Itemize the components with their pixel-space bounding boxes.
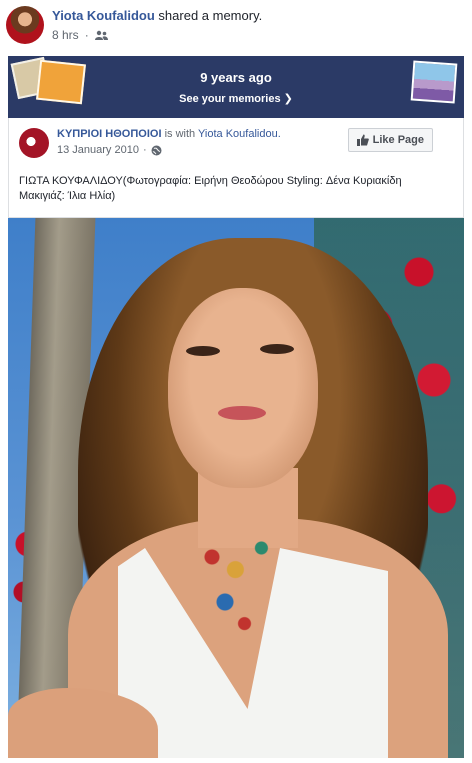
like-page-button[interactable]: Like Page [347, 128, 433, 152]
post-header: Yiota Koufalidou shared a memory. 8 hrs … [0, 0, 472, 56]
memory-photo-thumbnail [410, 60, 458, 104]
beaded-necklace [173, 458, 303, 638]
author-avatar[interactable] [6, 6, 44, 44]
right-eye [260, 344, 294, 354]
chevron-right-icon: ❯ [283, 93, 293, 105]
meta-separator: · [84, 28, 89, 42]
globe-icon [151, 145, 162, 155]
left-eye [186, 346, 220, 356]
meta-separator: · [142, 144, 147, 156]
shared-post-header: ΚΥΠΡΙΟΙ ΗΘΟΠΟΙΟΙ is with Yiota Koufalido… [57, 128, 281, 140]
post-action: shared a memory. [158, 8, 263, 23]
lips [218, 406, 266, 420]
page-avatar[interactable] [19, 128, 49, 158]
author-line: Yiota Koufalidou shared a memory. [52, 8, 262, 23]
memories-title: 9 years ago [200, 70, 272, 85]
shared-post-date[interactable]: 13 January 2010 [57, 144, 139, 156]
tagged-person-link[interactable]: Yiota Koufalidou. [198, 128, 281, 140]
thumbs-up-icon [356, 134, 369, 146]
post-time[interactable]: 8 hrs [52, 28, 79, 42]
with-text: is with [164, 128, 196, 140]
shared-post-meta: 13 January 2010 · [57, 144, 162, 156]
page-name-link[interactable]: ΚΥΠΡΙΟΙ ΗΘΟΠΟΙΟΙ [57, 128, 162, 140]
post-caption: ΓΙΩΤΑ ΚΟΥΦΑΛΙΔΟΥ(Φωτογραφία: Ειρήνη Θεοδ… [19, 175, 402, 202]
shared-post-card: ΚΥΠΡΙΟΙ ΗΘΟΠΟΙΟΙ is with Yiota Koufalido… [8, 118, 464, 218]
author-name[interactable]: Yiota Koufalidou [52, 8, 155, 23]
friends-icon[interactable] [94, 30, 108, 40]
memories-banner[interactable]: 9 years ago See your memories ❯ [8, 56, 464, 118]
like-page-label: Like Page [372, 134, 424, 146]
see-memories-label: See your memories [179, 93, 281, 105]
post-photo[interactable] [8, 218, 464, 758]
see-memories-link[interactable]: See your memories ❯ [8, 92, 464, 105]
post-meta: 8 hrs · [52, 28, 108, 42]
